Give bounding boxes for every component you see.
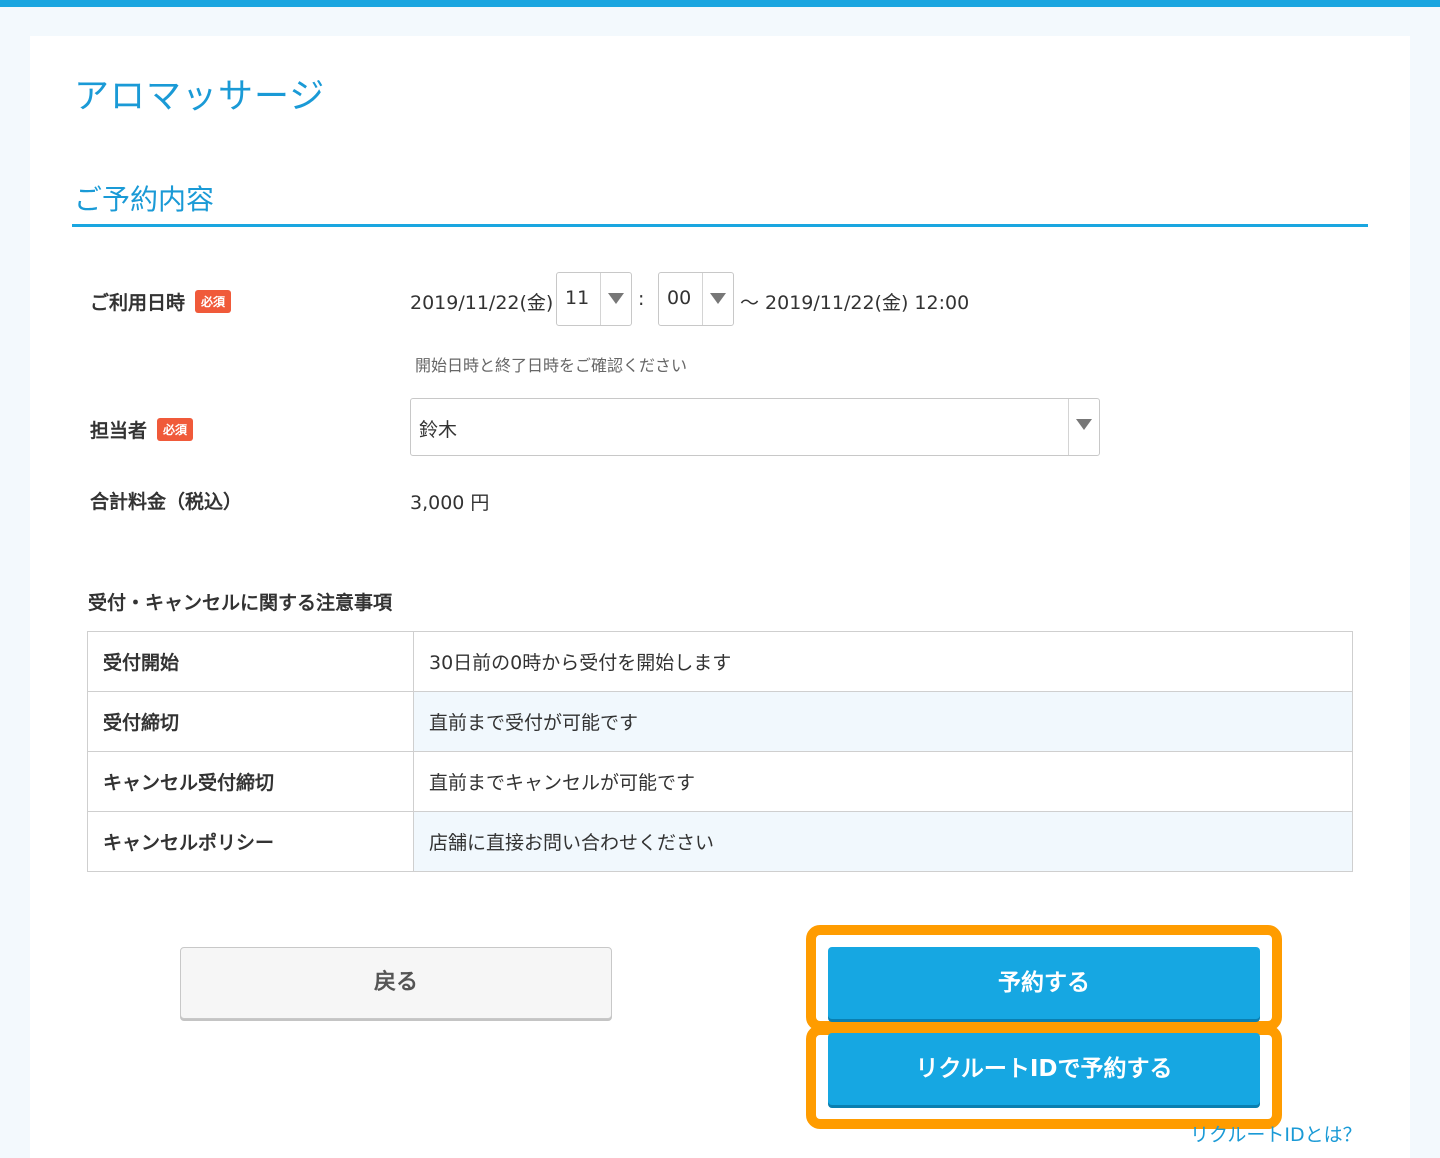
notice-table: 受付開始 30日前の0時から受付を開始します 受付締切 直前まで受付が可能です … [87, 631, 1353, 872]
reserve-button[interactable]: 予約する [828, 947, 1260, 1019]
required-badge: 必須 [195, 290, 232, 313]
staff-value: 鈴木 [419, 419, 458, 441]
minute-value: 00 [667, 287, 692, 309]
top-accent-bar [0, 0, 1440, 7]
minute-select[interactable]: 00 [658, 272, 734, 326]
recruit-id-help-link[interactable]: リクルートIDとは？ [1190, 1120, 1362, 1147]
staff-label-text: 担当者 [90, 420, 148, 442]
table-row: 受付締切 直前まで受付が可能です [87, 691, 1353, 752]
notice-key: キャンセルポリシー [87, 811, 414, 872]
page-title: アロマッサージ [74, 77, 326, 117]
chevron-down-icon [1068, 399, 1099, 455]
end-datetime: 〜 2019/11/22(金) 12:00 [740, 292, 970, 314]
back-button[interactable]: 戻る [180, 947, 612, 1019]
start-date: 2019/11/22(金) [410, 292, 554, 314]
notice-value: 30日前の0時から受付を開始します [413, 631, 1353, 692]
notice-value: 直前までキャンセルが可能です [413, 751, 1353, 812]
datetime-label: ご利用日時 必須 [90, 288, 232, 315]
datetime-hint: 開始日時と終了日時をご確認ください [415, 356, 688, 375]
chevron-down-icon [702, 273, 733, 325]
time-separator: : [638, 288, 645, 310]
chevron-down-icon [600, 273, 631, 325]
notice-key: 受付開始 [87, 631, 414, 692]
hour-value: 11 [565, 287, 590, 309]
table-row: キャンセルポリシー 店舗に直接お問い合わせください [87, 811, 1353, 872]
notice-key: 受付締切 [87, 691, 414, 752]
reserve-recruit-id-button[interactable]: リクルートIDで予約する [828, 1033, 1260, 1105]
notice-title: 受付・キャンセルに関する注意事項 [88, 592, 393, 614]
hour-select[interactable]: 11 [556, 272, 632, 326]
table-row: 受付開始 30日前の0時から受付を開始します [87, 631, 1353, 692]
notice-value: 店舗に直接お問い合わせください [413, 811, 1353, 872]
section-divider [72, 224, 1368, 227]
notice-key: キャンセル受付締切 [87, 751, 414, 812]
table-row: キャンセル受付締切 直前までキャンセルが可能です [87, 751, 1353, 812]
price-value: 3,000 円 [410, 492, 490, 514]
section-title: ご予約内容 [74, 183, 215, 216]
datetime-label-text: ご利用日時 [90, 292, 186, 314]
staff-label: 担当者 必須 [90, 416, 194, 443]
required-badge: 必須 [157, 418, 194, 441]
price-label: 合計料金（税込） [90, 491, 243, 513]
staff-select[interactable]: 鈴木 [410, 398, 1100, 456]
notice-value: 直前まで受付が可能です [413, 691, 1353, 752]
